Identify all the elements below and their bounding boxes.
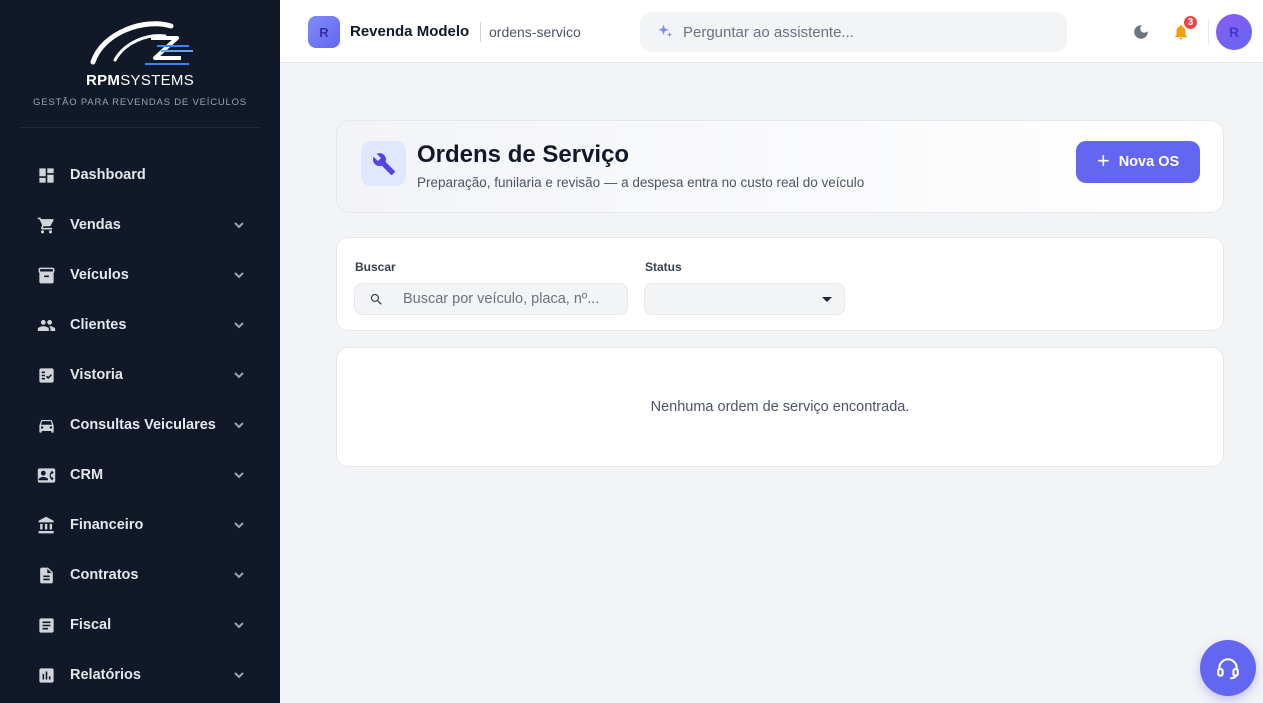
chevron-down-icon: [232, 268, 246, 282]
sidebar-item-label: Vistoria: [70, 367, 123, 383]
search-input[interactable]: [403, 291, 627, 307]
chevron-down-icon: [232, 568, 246, 582]
caret-down-icon: [822, 296, 832, 302]
sparkle-icon: [658, 24, 673, 38]
sidebar-item-relatorios[interactable]: Relatórios: [0, 650, 280, 700]
org-badge[interactable]: R: [308, 16, 340, 48]
sidebar-item-label: Consultas Veiculares: [70, 417, 216, 433]
chevron-down-icon: [232, 318, 246, 332]
sidebar-item-financeiro[interactable]: Financeiro: [0, 500, 280, 550]
people-icon: [36, 315, 56, 335]
contact-card-icon: [36, 465, 56, 485]
chevron-down-icon: [232, 668, 246, 682]
sidebar-item-label: Clientes: [70, 317, 127, 333]
sidebar-item-label: Relatórios: [70, 667, 141, 683]
filters-card: Buscar Status: [336, 237, 1224, 331]
document-icon: [36, 565, 56, 585]
search-label: Buscar: [355, 260, 396, 274]
sidebar-item-dashboard[interactable]: Dashboard: [0, 150, 280, 200]
cart-icon: [36, 215, 56, 235]
status-label: Status: [645, 260, 682, 274]
assistant-search[interactable]: [640, 12, 1067, 52]
search-field[interactable]: [354, 283, 628, 315]
sidebar-item-crm[interactable]: CRM: [0, 450, 280, 500]
breadcrumb-divider: [480, 22, 481, 42]
brand-block: RPMSYSTEMS GESTÃO PARA REVENDAS DE VEÍCU…: [20, 0, 260, 128]
chevron-down-icon: [232, 468, 246, 482]
status-select[interactable]: [644, 283, 845, 315]
sidebar-item-label: CRM: [70, 467, 104, 483]
moon-icon: [1134, 25, 1148, 39]
chevron-down-icon: [232, 218, 246, 232]
topbar-divider: [1208, 20, 1209, 44]
sidebar-item-label: Financeiro: [70, 517, 144, 533]
chevron-down-icon: [232, 518, 246, 532]
sidebar-item-label: Veículos: [70, 267, 129, 283]
car-icon: [36, 415, 56, 435]
chevron-down-icon: [232, 618, 246, 632]
new-os-button-label: Nova OS: [1118, 154, 1180, 170]
page-header-card: Ordens de Serviço Preparação, funilaria …: [336, 120, 1224, 213]
plus-icon: +: [1096, 148, 1110, 173]
new-os-button[interactable]: + Nova OS: [1076, 141, 1200, 183]
receipt-icon: [36, 615, 56, 635]
sidebar-item-clientes[interactable]: Clientes: [0, 300, 280, 350]
rpm-logo-icon: [90, 21, 193, 65]
sidebar-item-veiculos[interactable]: Veículos: [0, 250, 280, 300]
sidebar-item-label: Dashboard: [70, 167, 146, 183]
sidebar-item-fiscal[interactable]: Fiscal: [0, 600, 280, 650]
notification-count-badge: 3: [1182, 14, 1199, 31]
sidebar-item-vendas[interactable]: Vendas: [0, 200, 280, 250]
brand-name: RPMSYSTEMS: [85, 72, 195, 89]
page-title: Ordens de Serviço: [417, 141, 630, 168]
theme-toggle-button[interactable]: [1130, 21, 1152, 43]
assistant-input[interactable]: [683, 23, 1067, 41]
empty-state-message: Nenhuma ordem de serviço encontrada.: [650, 399, 910, 415]
headset-icon: [1217, 658, 1239, 680]
breadcrumb: ordens-servico: [489, 24, 581, 40]
brand-tagline: GESTÃO PARA REVENDAS DE VEÍCULOS: [33, 97, 247, 108]
sidebar-item-label: Vendas: [70, 217, 121, 233]
support-chat-button[interactable]: [1200, 640, 1256, 696]
wrench-icon: [361, 141, 406, 186]
sidebar: RPMSYSTEMS GESTÃO PARA REVENDAS DE VEÍCU…: [0, 0, 280, 703]
sidebar-item-label: Fiscal: [70, 617, 112, 633]
search-icon: [370, 293, 382, 305]
topbar: R Revenda Modelo ordens-servico 3 R: [280, 0, 1263, 63]
bar-chart-icon: [36, 665, 56, 685]
sidebar-item-label: Contratos: [70, 567, 139, 583]
avatar[interactable]: R: [1216, 14, 1252, 50]
sidebar-item-contratos[interactable]: Contratos: [0, 550, 280, 600]
sidebar-item-vistoria[interactable]: Vistoria: [0, 350, 280, 400]
dashboard-icon: [36, 165, 56, 185]
inventory-icon: [36, 265, 56, 285]
chevron-down-icon: [232, 368, 246, 382]
sidebar-nav: Dashboard Vendas Veículos Clientes Visto…: [0, 128, 280, 700]
bank-icon: [36, 515, 56, 535]
page-subtitle: Preparação, funilaria e revisão — a desp…: [417, 175, 865, 190]
org-name: Revenda Modelo: [350, 23, 470, 40]
results-card: Nenhuma ordem de serviço encontrada.: [336, 347, 1224, 467]
chevron-down-icon: [232, 418, 246, 432]
checklist-icon: [36, 365, 56, 385]
sidebar-item-consultas-veiculares[interactable]: Consultas Veiculares: [0, 400, 280, 450]
